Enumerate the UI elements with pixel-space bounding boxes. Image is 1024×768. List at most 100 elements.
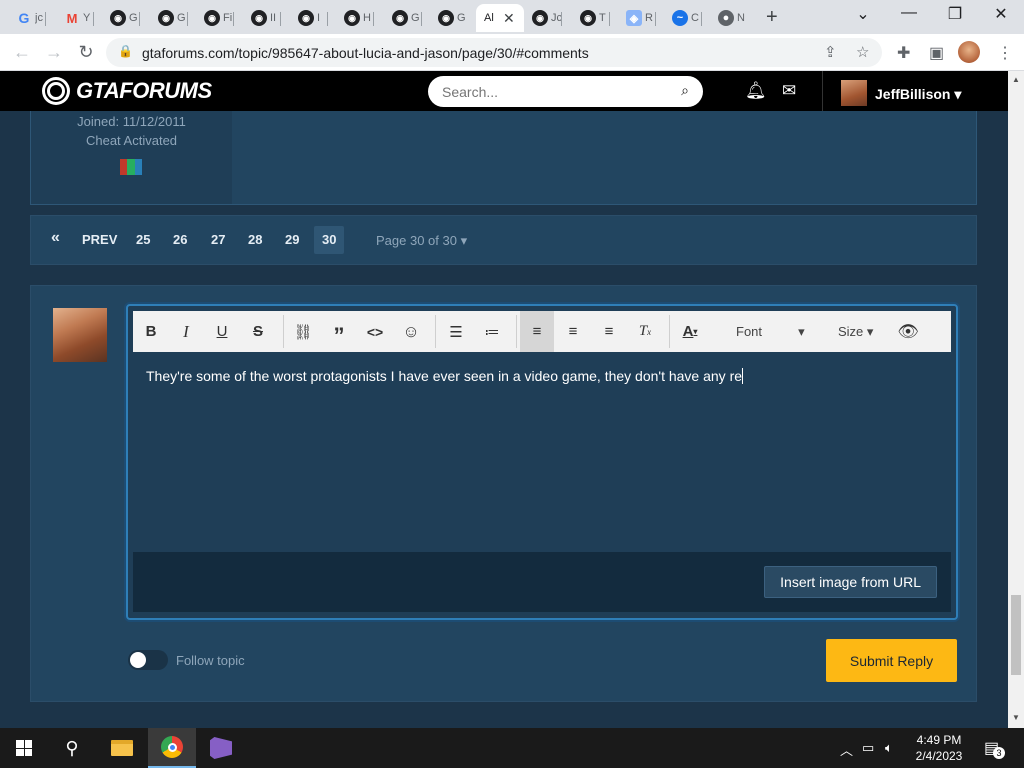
chrome-gray-icon: ● [718,10,734,26]
page-link[interactable]: 26 [173,232,187,247]
start-button[interactable] [0,728,48,768]
clear-formatting-icon[interactable]: Tx [628,311,662,352]
folder-icon [111,740,133,756]
text-color-icon[interactable]: A ▾ [673,311,707,352]
bulleted-list-icon[interactable]: ☰ [439,311,473,352]
underline-button[interactable]: U [205,311,239,352]
network-icon[interactable]: ▭ [862,740,874,756]
browser-tab[interactable]: ◉ H [336,4,374,32]
forward-button[interactable]: → [42,42,66,63]
align-right-icon[interactable]: ≡ [592,311,626,352]
browser-tab-active[interactable]: Al ✕ [476,4,524,32]
menu-kebab-icon[interactable]: ⋮ [997,43,1013,63]
file-explorer-button[interactable] [98,728,146,768]
editor-textarea[interactable]: They're some of the worst protagonists I… [146,368,744,384]
scroll-down-arrow[interactable]: ▼ [1012,713,1020,722]
italic-button[interactable]: I [169,311,203,352]
align-center-icon[interactable]: ≡ [556,311,590,352]
browser-tab[interactable]: ◉ G [384,4,422,32]
editor-toolbar: B I U S ⛓ ” <> ☺ ☰ ≔ ≡ ≡ ≡ Tx A ▾ Font ▾ … [133,311,951,352]
member-rank: Cheat Activated [85,133,178,148]
page-scrollbar[interactable]: ▲ ▼ [1008,71,1024,728]
browser-tab[interactable]: ◉ Jc [524,4,562,32]
browser-tab[interactable]: M Y [56,4,94,32]
gtaforums-icon: ◉ [110,10,126,26]
side-panel-icon[interactable]: ▣ [929,43,944,63]
clock-date: 2/4/2023 [915,749,963,763]
tray-chevron-icon[interactable]: ︿ [840,740,853,759]
extensions-icon[interactable]: ✚ [897,43,910,63]
back-button[interactable]: ← [10,42,34,63]
windows-taskbar: ⚲ ︿ ▭ 🔈︎ 4:49 PM 2/4/2023 ▤ 3 [0,728,1024,768]
google-icon: G [18,10,30,26]
link-icon[interactable]: ⛓ [286,311,320,352]
size-dropdown[interactable]: Size ▾ [838,324,873,340]
rank-badge-icon [120,159,142,175]
scroll-thumb[interactable] [1011,595,1021,675]
restore-button[interactable]: ❐ [940,4,970,24]
gtaforums-icon: ◉ [204,10,220,26]
profile-avatar[interactable] [958,41,980,63]
tab-search-icon[interactable]: ⌄ [848,4,878,24]
page-link[interactable]: 29 [285,232,299,247]
scroll-up-arrow[interactable]: ▲ [1012,75,1020,84]
browser-tab[interactable]: ◉ G [150,4,188,32]
browser-tab[interactable]: ~ C [664,4,702,32]
browser-tab[interactable]: ◉ II [243,4,281,32]
windows-icon [16,740,32,756]
search-icon[interactable]: ⌕ [681,82,689,99]
gtaforums-logo-icon [42,77,70,105]
bookmark-star-icon[interactable]: ☆ [856,43,869,61]
page-link[interactable]: 28 [248,232,262,247]
envelope-icon[interactable]: ✉ [782,81,796,101]
browser-tab[interactable]: ● N [710,4,748,32]
numbered-list-icon[interactable]: ≔ [475,311,509,352]
visual-studio-icon [210,737,232,759]
close-tab-icon[interactable]: ✕ [503,10,515,27]
share-icon[interactable]: ⇪ [824,43,837,61]
page-jump-dropdown[interactable]: Page 30 of 30 ▾ [376,233,467,249]
volume-icon[interactable]: 🔈︎ [885,740,893,756]
search-input[interactable] [442,82,662,101]
quote-icon[interactable]: ” [322,311,356,352]
page-link[interactable]: 25 [136,232,150,247]
current-page[interactable]: 30 [314,226,345,254]
emoji-icon[interactable]: ☺ [394,311,428,352]
bold-button[interactable]: B [134,311,168,352]
submit-reply-button[interactable]: Submit Reply [826,639,957,682]
avatar [53,308,107,362]
notification-center-icon[interactable]: ▤ 3 [984,738,1005,759]
browser-tab[interactable]: ◉ T [572,4,610,32]
browser-tab[interactable]: G jc [8,4,46,32]
browser-tab[interactable]: ◉ I [290,4,328,32]
first-page-button[interactable]: « [51,229,60,247]
insert-image-url-button[interactable]: Insert image from URL [764,566,937,598]
page-link[interactable]: 27 [211,232,225,247]
browser-tab[interactable]: ◉ G [430,4,468,32]
prev-page-button[interactable]: PREV [82,232,117,247]
minimize-button[interactable]: — [894,4,924,22]
visual-studio-button[interactable] [197,728,245,768]
close-window-button[interactable]: ✕ [986,4,1016,24]
system-clock[interactable]: 4:49 PM 2/4/2023 [910,732,968,764]
preview-eye-icon[interactable]: 👁︎ [891,311,925,352]
browser-tab[interactable]: ◈ R [618,4,656,32]
follow-topic-toggle[interactable] [128,650,168,670]
font-dropdown[interactable]: Font ▾ [736,324,805,340]
user-avatar[interactable] [841,80,867,106]
new-tab-button[interactable]: + [766,6,778,29]
strikethrough-button[interactable]: S [241,311,275,352]
browser-tab[interactable]: ◉ G [102,4,140,32]
chrome-taskbar-button[interactable] [148,728,196,768]
reload-button[interactable]: ↻ [74,42,98,63]
user-menu[interactable]: JeffBillison ▾ [875,86,961,103]
code-icon[interactable]: <> [358,311,392,352]
site-logo[interactable]: GTAFORUMS [42,77,212,105]
address-bar[interactable]: 🔒 gtaforums.com/topic/985647-about-lucia… [106,38,882,67]
url-text[interactable]: gtaforums.com/topic/985647-about-lucia-a… [142,45,589,61]
bell-icon[interactable]: 🔔︎ [745,81,767,101]
search-icon[interactable]: ⚲ [48,728,96,768]
align-left-icon[interactable]: ≡ [520,311,554,352]
follow-topic-label[interactable]: Follow topic [176,653,245,668]
browser-tab[interactable]: ◉ Fi [196,4,234,32]
